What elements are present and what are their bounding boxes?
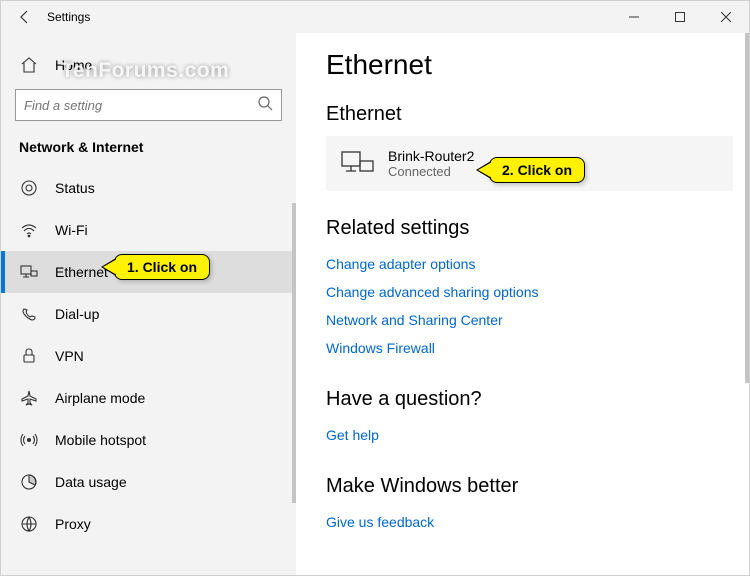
connection-status: Connected	[388, 164, 474, 179]
close-button[interactable]	[703, 1, 749, 33]
sidebar-item-label: Ethernet	[55, 264, 108, 280]
sidebar-item-hotspot[interactable]: Mobile hotspot	[1, 419, 296, 461]
dialup-icon	[19, 304, 39, 324]
minimize-button[interactable]	[611, 1, 657, 33]
home-icon	[19, 55, 39, 75]
window-title: Settings	[47, 10, 90, 24]
sidebar-item-proxy[interactable]: Proxy	[1, 503, 296, 545]
page-title: Ethernet	[326, 49, 741, 81]
sidebar-item-airplane[interactable]: Airplane mode	[1, 377, 296, 419]
sidebar-item-label: Airplane mode	[55, 390, 145, 406]
sidebar-item-datausage[interactable]: Data usage	[1, 461, 296, 503]
sidebar-item-label: Proxy	[55, 516, 91, 532]
sidebar-item-label: Mobile hotspot	[55, 432, 146, 448]
ethernet-icon	[19, 262, 39, 282]
link-advanced-sharing[interactable]: Change advanced sharing options	[326, 278, 741, 306]
sidebar-item-vpn[interactable]: VPN	[1, 335, 296, 377]
section-header: Network & Internet	[1, 139, 296, 167]
sidebar-item-label: Data usage	[55, 474, 127, 490]
proxy-icon	[19, 514, 39, 534]
link-firewall[interactable]: Windows Firewall	[326, 334, 741, 362]
sidebar-item-status[interactable]: Status	[1, 167, 296, 209]
link-feedback[interactable]: Give us feedback	[326, 508, 741, 536]
link-adapter-options[interactable]: Change adapter options	[326, 250, 741, 278]
sidebar-item-label: VPN	[55, 348, 84, 364]
search-input[interactable]	[24, 98, 257, 113]
sidebar: Home Network & Internet Status Wi-Fi Eth…	[1, 33, 296, 575]
titlebar: Settings	[1, 1, 749, 33]
sidebar-item-label: Wi-Fi	[55, 222, 88, 238]
section-subheading: Ethernet	[326, 103, 741, 126]
maximize-button[interactable]	[657, 1, 703, 33]
home-button[interactable]: Home	[1, 47, 296, 83]
related-heading: Related settings	[326, 217, 741, 240]
wifi-icon	[19, 220, 39, 240]
sidebar-item-label: Status	[55, 180, 95, 196]
datausage-icon	[19, 472, 39, 492]
main-panel: Ethernet Ethernet Brink-Router2 Connecte…	[296, 33, 749, 575]
network-icon	[340, 149, 376, 179]
link-get-help[interactable]: Get help	[326, 421, 741, 449]
status-icon	[19, 178, 39, 198]
search-box[interactable]	[15, 89, 282, 121]
better-heading: Make Windows better	[326, 475, 741, 498]
home-label: Home	[55, 57, 92, 73]
question-heading: Have a question?	[326, 388, 741, 411]
callout-2: 2. Click on	[489, 157, 585, 183]
sidebar-item-wifi[interactable]: Wi-Fi	[1, 209, 296, 251]
back-button[interactable]	[11, 3, 39, 31]
callout-1: 1. Click on	[114, 254, 210, 280]
sidebar-item-dialup[interactable]: Dial-up	[1, 293, 296, 335]
link-network-center[interactable]: Network and Sharing Center	[326, 306, 741, 334]
vpn-icon	[19, 346, 39, 366]
window-controls	[611, 1, 749, 33]
hotspot-icon	[19, 430, 39, 450]
main-scrollbar[interactable]	[745, 33, 749, 383]
sidebar-item-label: Dial-up	[55, 306, 99, 322]
search-icon	[257, 95, 273, 116]
airplane-icon	[19, 388, 39, 408]
connection-name: Brink-Router2	[388, 148, 474, 164]
